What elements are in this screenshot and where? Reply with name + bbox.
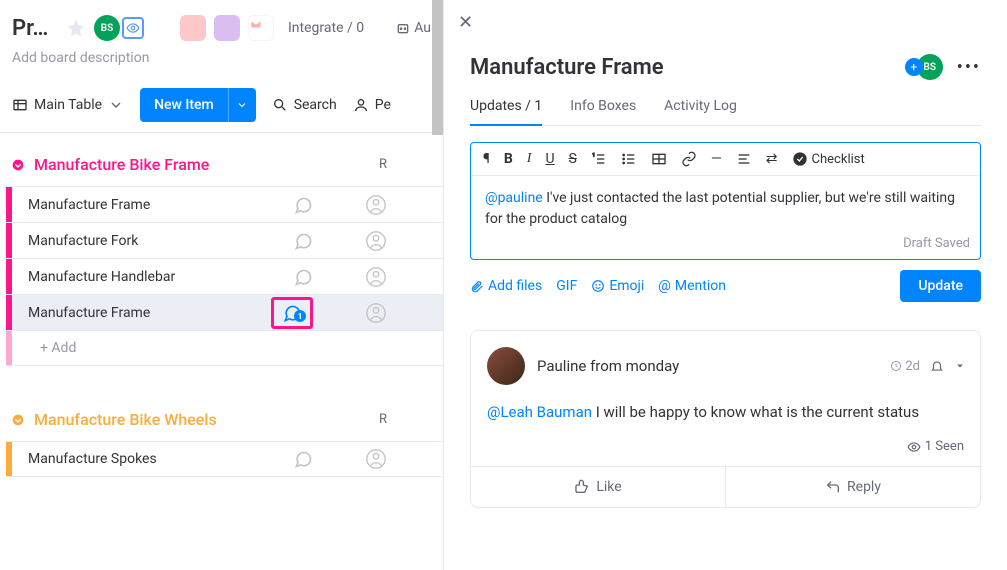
person-filter[interactable]: Pe bbox=[353, 97, 391, 113]
align-icon[interactable] bbox=[736, 151, 752, 167]
integration-icon-gmail[interactable] bbox=[248, 15, 274, 41]
user-avatar[interactable]: BS bbox=[94, 15, 120, 41]
chat-icon[interactable] bbox=[293, 449, 313, 469]
add-files-button[interactable]: Add files bbox=[470, 278, 542, 294]
comment-avatar[interactable] bbox=[487, 347, 525, 385]
table-icon[interactable] bbox=[651, 151, 667, 167]
comment-author[interactable]: Pauline from monday bbox=[537, 357, 679, 375]
format-strike-icon[interactable]: S bbox=[569, 151, 577, 167]
table-row[interactable]: Manufacture Spokes bbox=[6, 441, 443, 477]
format-paragraph-icon[interactable]: ¶ bbox=[483, 151, 490, 167]
chat-icon[interactable] bbox=[293, 231, 313, 251]
table-row[interactable]: Manufacture Frame bbox=[6, 186, 443, 222]
comment-mention[interactable]: @Leah Bauman bbox=[487, 403, 592, 421]
add-item-button[interactable]: + Add bbox=[12, 340, 443, 356]
direction-icon[interactable]: ⇄ bbox=[766, 151, 778, 167]
star-icon[interactable] bbox=[66, 18, 86, 38]
search-button[interactable]: Search bbox=[272, 97, 337, 113]
chat-icon[interactable] bbox=[293, 267, 313, 287]
person-icon[interactable] bbox=[365, 230, 387, 252]
editor-text: I've just contacted the last potential s… bbox=[485, 190, 955, 227]
share-view-icon[interactable] bbox=[122, 17, 144, 39]
table-row[interactable]: Manufacture Handlebar bbox=[6, 258, 443, 294]
board-title: Pr… bbox=[12, 16, 58, 41]
group-collapse-icon[interactable] bbox=[10, 156, 26, 172]
column-header[interactable]: R bbox=[379, 157, 387, 172]
format-bold-icon[interactable]: B bbox=[504, 151, 513, 167]
gif-button[interactable]: GIF bbox=[556, 278, 577, 294]
tab-activity-log[interactable]: Activity Log bbox=[664, 98, 737, 125]
comment-menu-icon[interactable] bbox=[954, 359, 966, 374]
mention-button[interactable]: @Mention bbox=[658, 278, 726, 294]
unordered-list-icon[interactable] bbox=[621, 151, 637, 167]
table-row[interactable]: Manufacture Fork bbox=[6, 222, 443, 258]
comment-time: 2d bbox=[890, 359, 920, 374]
new-item-button[interactable]: New Item bbox=[140, 88, 256, 122]
svg-text:1: 1 bbox=[592, 153, 595, 159]
like-button[interactable]: Like bbox=[471, 467, 726, 507]
scrollbar[interactable] bbox=[432, 0, 443, 135]
automate-button[interactable]: Au bbox=[395, 20, 431, 36]
main-table-view[interactable]: Main Table bbox=[12, 97, 124, 113]
new-item-dropdown[interactable] bbox=[228, 88, 256, 122]
integration-icon-2[interactable] bbox=[214, 15, 240, 41]
table-row[interactable]: Manufacture Frame1 bbox=[6, 294, 443, 330]
editor-textarea[interactable]: @pauline I've just contacted the last po… bbox=[471, 176, 980, 236]
tab-info-boxes[interactable]: Info Boxes bbox=[570, 98, 636, 125]
draft-saved-label: Draft Saved bbox=[471, 236, 980, 259]
more-options-icon[interactable]: ••• bbox=[957, 57, 981, 78]
mention-token[interactable]: @pauline bbox=[485, 190, 543, 206]
person-icon[interactable] bbox=[365, 302, 387, 324]
reply-button[interactable]: Reply bbox=[726, 467, 980, 507]
group-title[interactable]: Manufacture Bike Frame bbox=[34, 155, 209, 174]
ordered-list-icon[interactable]: 1 bbox=[591, 151, 607, 167]
chat-icon[interactable] bbox=[293, 195, 313, 215]
comment-text: I will be happy to know what is the curr… bbox=[592, 403, 919, 421]
add-member-button[interactable]: + BS bbox=[905, 54, 943, 80]
update-button[interactable]: Update bbox=[900, 270, 981, 302]
checklist-button[interactable]: Checklist bbox=[792, 151, 865, 167]
format-underline-icon[interactable]: U bbox=[545, 151, 554, 167]
person-icon[interactable] bbox=[365, 266, 387, 288]
emoji-button[interactable]: Emoji bbox=[591, 278, 644, 294]
seen-indicator[interactable]: 1 Seen bbox=[471, 439, 980, 466]
notification-icon[interactable] bbox=[930, 359, 944, 374]
chat-icon-highlighted[interactable]: 1 bbox=[271, 297, 313, 329]
group-title[interactable]: Manufacture Bike Wheels bbox=[34, 410, 217, 429]
link-icon[interactable] bbox=[681, 151, 697, 167]
integration-icon-1[interactable] bbox=[180, 15, 206, 41]
person-icon[interactable] bbox=[365, 194, 387, 216]
board-description[interactable]: Add board description bbox=[0, 46, 443, 82]
hr-icon[interactable]: — bbox=[711, 151, 722, 167]
panel-title: Manufacture Frame bbox=[470, 55, 664, 80]
column-header[interactable]: R bbox=[379, 412, 387, 427]
integrate-button[interactable]: Integrate / 0 bbox=[288, 20, 364, 36]
person-icon[interactable] bbox=[365, 448, 387, 470]
format-italic-icon[interactable]: I bbox=[527, 151, 532, 167]
close-icon[interactable]: ✕ bbox=[458, 12, 473, 33]
update-editor[interactable]: ¶ B I U S 1 — ⇄ Checklist @pauline I've … bbox=[470, 142, 981, 260]
group-collapse-icon[interactable] bbox=[10, 411, 26, 427]
tab-updates[interactable]: Updates / 1 bbox=[470, 98, 542, 126]
